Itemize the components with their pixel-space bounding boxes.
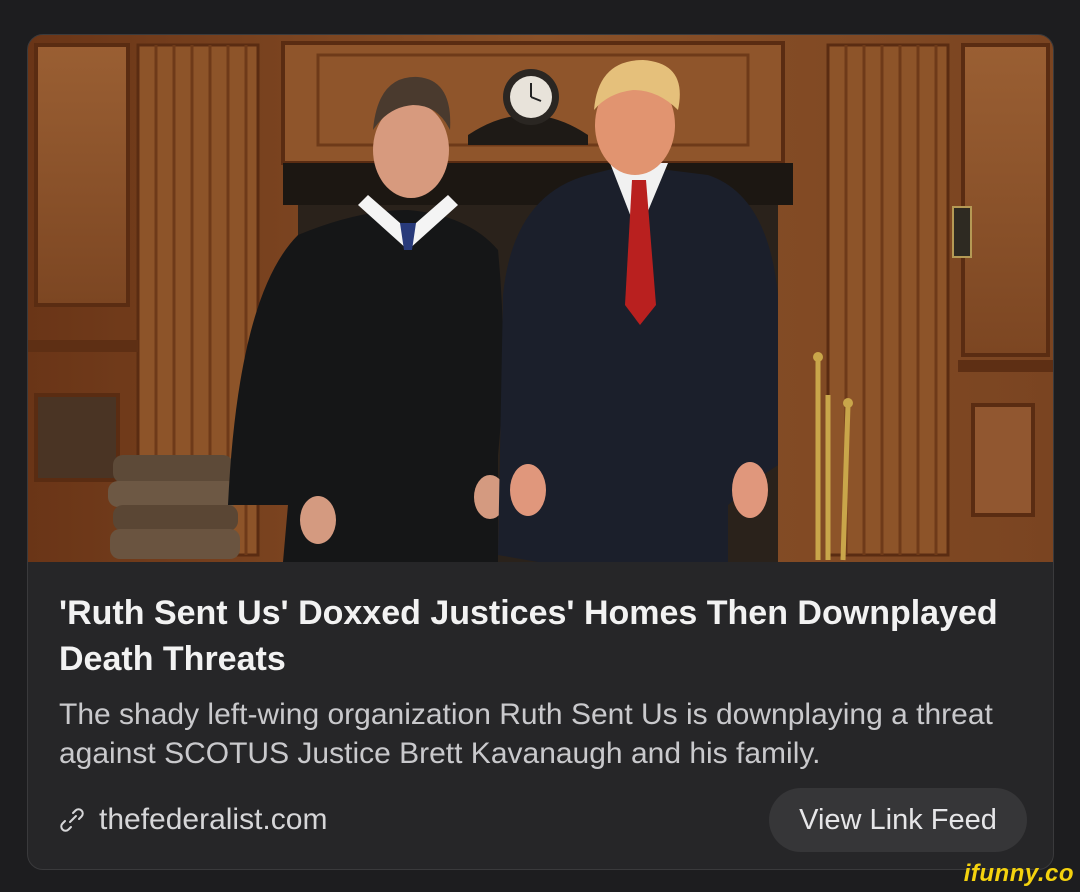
link-preview-card[interactable]: 'Ruth Sent Us' Doxxed Justices' Homes Th… [27,34,1054,870]
ifunny-watermark: ifunny.co [963,860,1074,887]
article-photo[interactable] [28,35,1053,562]
source-link[interactable]: thefederalist.com [59,798,327,842]
view-link-feed-button[interactable]: View Link Feed [769,788,1027,852]
link-icon [59,807,85,833]
source-domain[interactable]: thefederalist.com [99,803,327,837]
article-headline[interactable]: 'Ruth Sent Us' Doxxed Justices' Homes Th… [59,590,1019,682]
page: 'Ruth Sent Us' Doxxed Justices' Homes Th… [0,0,1080,892]
article-summary: The shady left-wing organization Ruth Se… [59,698,993,770]
